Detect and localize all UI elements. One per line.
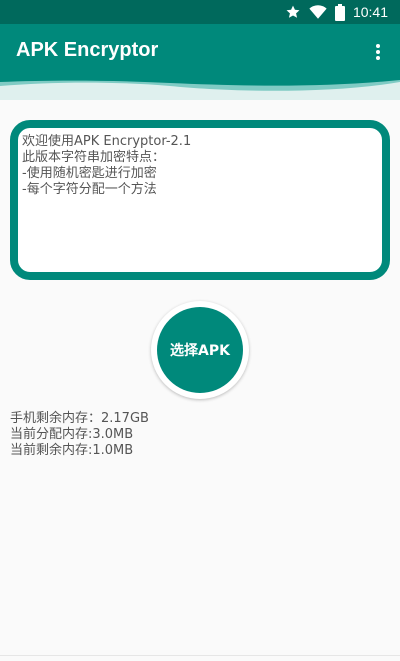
app-bar: APK Encryptor: [0, 24, 400, 80]
status-icons: 10:41: [285, 0, 388, 24]
message-line-method: -每个字符分配一个方法: [22, 182, 157, 197]
wifi-icon: [309, 5, 327, 19]
bottom-divider: [0, 655, 400, 656]
message-box: 欢迎使用APK Encryptor-2.1 此版本字符串加密特点： -使用随机密…: [10, 120, 390, 280]
message-line-random-key: -使用随机密匙进行加密: [22, 166, 157, 181]
message-line-features: 此版本字符串加密特点：: [22, 150, 166, 165]
memory-info: 手机剩余内存：2.17GB 当前分配内存:3.0MB 当前剩余内存:1.0MB: [10, 411, 149, 459]
memory-line-allocated: 当前分配内存:3.0MB: [10, 427, 134, 442]
status-time: 10:41: [352, 4, 388, 20]
memory-line-remaining: 当前剩余内存:1.0MB: [10, 443, 134, 458]
header-wave: [0, 80, 400, 100]
battery-icon: [334, 3, 345, 21]
select-apk-button[interactable]: 选择APK: [157, 307, 243, 393]
more-vert-icon[interactable]: [370, 42, 386, 62]
select-apk-button-ring: 选择APK: [151, 301, 249, 399]
memory-line-device-free: 手机剩余内存：2.17GB: [10, 411, 149, 426]
message-line-welcome: 欢迎使用APK Encryptor-2.1: [22, 134, 192, 149]
status-bar: 10:41: [0, 0, 400, 24]
app-title: APK Encryptor: [16, 39, 159, 61]
star-icon: [286, 5, 300, 18]
